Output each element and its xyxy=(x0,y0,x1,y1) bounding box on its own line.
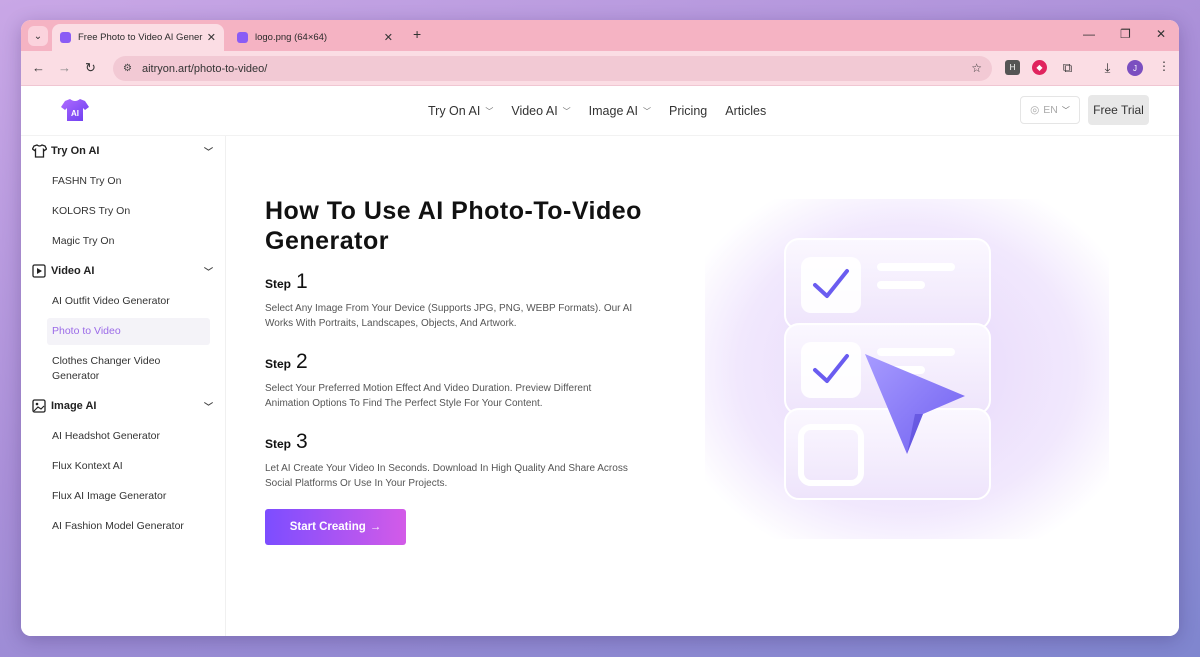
minimize-icon[interactable]: — xyxy=(1083,27,1095,41)
forward-icon[interactable]: → xyxy=(58,60,71,75)
chevron-down-icon: ﹀ xyxy=(203,401,213,412)
tab-logo-png[interactable]: logo.png (64×64) ✕ xyxy=(229,24,401,51)
sidebar-item-flux-ai-image-generator[interactable]: Flux AI Image Generator xyxy=(47,481,210,511)
shirt-logo-icon: AI xyxy=(61,99,89,121)
bookmark-star-icon[interactable]: ☆ xyxy=(971,61,982,75)
sidebar-section-label: Image AI xyxy=(51,400,97,412)
sidebar-item-ai-fashion-model-generator[interactable]: AI Fashion Model Generator xyxy=(47,511,210,541)
shirt-icon xyxy=(31,143,47,159)
browser-window: ⌄ Free Photo to Video AI Generat ✕ logo.… xyxy=(21,20,1179,636)
site-favicon-icon xyxy=(60,32,71,43)
chevron-down-icon: ﹀ xyxy=(1061,105,1070,115)
back-icon[interactable]: ← xyxy=(32,60,45,75)
sidebar-item-ai-outfit-video-generator[interactable]: AI Outfit Video Generator xyxy=(47,286,210,316)
download-icon[interactable]: ⤓ xyxy=(1100,60,1115,75)
sidebar-section-video-ai[interactable]: Video AI ﹀ xyxy=(21,256,225,286)
step-number: 2 xyxy=(296,350,308,373)
language-selector[interactable]: ◎ EN ﹀ xyxy=(1020,96,1080,124)
web-page: AI Try On AI ﹀ Video AI ﹀ Image AI ﹀ Pricin… xyxy=(21,86,1179,636)
close-icon[interactable]: ✕ xyxy=(207,31,216,44)
restore-icon[interactable]: ❐ xyxy=(1120,27,1131,41)
svg-text:AI: AI xyxy=(71,109,79,118)
sidebar: Try On AI ﹀ FASHN Try On KOLORS Try On M… xyxy=(21,136,226,636)
globe-icon: ◎ xyxy=(1030,104,1040,116)
extension-h-label: H xyxy=(1009,63,1016,72)
step-description: Select Any Image From Your Device (Suppo… xyxy=(265,303,633,329)
sidebar-item-ai-headshot-generator[interactable]: AI Headshot Generator xyxy=(47,421,210,451)
step-number: 3 xyxy=(296,430,308,453)
profile-avatar[interactable]: J xyxy=(1127,60,1143,76)
reload-icon[interactable]: ↻ xyxy=(85,60,96,76)
image-icon xyxy=(31,398,47,414)
shield-extension-icon[interactable]: ◆ xyxy=(1032,60,1047,75)
step-2: Step 2 Select Your Preferred Motion Effec… xyxy=(265,350,635,411)
sidebar-section-try-on-ai[interactable]: Try On AI ﹀ xyxy=(21,136,225,166)
nav-label: Image AI xyxy=(588,104,639,118)
nav-label: Pricing xyxy=(669,104,708,118)
nav-articles[interactable]: Articles xyxy=(725,104,766,118)
extension-h-icon[interactable]: H xyxy=(1005,60,1020,75)
url-text: aitryon.art/photo-to-video/ xyxy=(141,62,268,75)
chevron-down-icon: ﹀ xyxy=(643,106,652,116)
site-favicon-icon xyxy=(237,32,248,43)
start-creating-button[interactable]: Start Creating → xyxy=(265,509,406,545)
step-3: Step 3 Let AI Create Your Video In Second… xyxy=(265,430,635,491)
language-label: EN xyxy=(1043,104,1058,116)
site-info-icon[interactable]: ⚙ xyxy=(123,63,132,74)
tab-title: Free Photo to Video AI Generat xyxy=(78,32,203,43)
sidebar-section-label: Try On AI xyxy=(51,145,100,157)
tab-strip: ⌄ Free Photo to Video AI Generat ✕ logo.… xyxy=(21,20,1179,51)
sidebar-section-image-ai[interactable]: Image AI ﹀ xyxy=(21,391,225,421)
main-nav: Try On AI ﹀ Video AI ﹀ Image AI ﹀ Pricing A… xyxy=(428,104,766,118)
sidebar-item-photo-to-video[interactable]: Photo to Video xyxy=(47,318,210,345)
address-bar[interactable]: ⚙ aitryon.art/photo-to-video/ ☆ xyxy=(113,56,992,81)
chevron-down-icon: ﹀ xyxy=(203,146,213,157)
sidebar-item-flux-kontext-ai[interactable]: Flux Kontext AI xyxy=(47,451,210,481)
step-label: Step xyxy=(265,437,292,451)
chevron-down-icon: ﹀ xyxy=(203,266,213,277)
nav-pricing[interactable]: Pricing xyxy=(669,104,707,118)
puzzle-extensions-icon[interactable]: ⧉ xyxy=(1060,60,1075,75)
main-content: How To Use AI Photo-To-Video Generator S… xyxy=(227,136,1179,636)
tab-search-button[interactable]: ⌄ xyxy=(28,26,48,46)
sidebar-item-fashn-try-on[interactable]: FASHN Try On xyxy=(47,166,210,196)
step-label: Step xyxy=(265,277,292,291)
nav-label: Articles xyxy=(725,104,767,118)
tab-photo-to-video[interactable]: Free Photo to Video AI Generat ✕ xyxy=(52,24,224,51)
step-1: Step 1 Select Any Image From Your Device … xyxy=(265,270,635,331)
sidebar-section-label: Video AI xyxy=(51,265,95,277)
step-number: 1 xyxy=(296,270,308,293)
menu-kebab-icon[interactable]: ⋮ xyxy=(1158,59,1170,73)
nav-video-ai[interactable]: Video AI ﹀ xyxy=(511,104,570,118)
free-trial-button[interactable]: Free Trial xyxy=(1088,95,1149,125)
nav-try-on-ai[interactable]: Try On AI ﹀ xyxy=(428,104,493,118)
sidebar-item-magic-try-on[interactable]: Magic Try On xyxy=(47,226,210,256)
new-tab-button[interactable]: + xyxy=(413,26,421,42)
play-icon xyxy=(31,263,47,279)
step-description: Let AI Create Your Video In Seconds. Dow… xyxy=(265,463,628,489)
step-label: Step xyxy=(265,357,292,371)
chevron-down-icon: ﹀ xyxy=(485,106,494,116)
sidebar-item-clothes-changer-video-generator[interactable]: Clothes Changer Video Generator xyxy=(47,346,210,391)
page-title: How To Use AI Photo-To-Video Generator xyxy=(265,197,642,255)
sidebar-item-kolors-try-on[interactable]: KOLORS Try On xyxy=(47,196,210,226)
nav-label: Video AI xyxy=(511,104,558,118)
site-logo[interactable]: AI xyxy=(61,98,89,122)
browser-toolbar: ← → ↻ ⚙ aitryon.art/photo-to-video/ ☆ H … xyxy=(21,51,1179,86)
step-description: Select Your Preferred Motion Effect And … xyxy=(265,383,592,409)
nav-image-ai[interactable]: Image AI ﹀ xyxy=(589,104,651,118)
window-close-icon[interactable]: ✕ xyxy=(1156,27,1166,41)
chevron-down-icon: ⌄ xyxy=(33,30,43,42)
cta-label: Start Creating xyxy=(289,521,366,533)
arrow-right-icon: → xyxy=(369,521,382,533)
close-icon[interactable]: ✕ xyxy=(384,31,393,44)
nav-label: Try On AI xyxy=(428,104,481,118)
chevron-down-icon: ﹀ xyxy=(562,106,571,116)
tab-title: logo.png (64×64) xyxy=(255,32,328,43)
checklist-illustration xyxy=(705,199,1109,539)
site-header: AI Try On AI ﹀ Video AI ﹀ Image AI ﹀ Pricin… xyxy=(21,86,1179,136)
